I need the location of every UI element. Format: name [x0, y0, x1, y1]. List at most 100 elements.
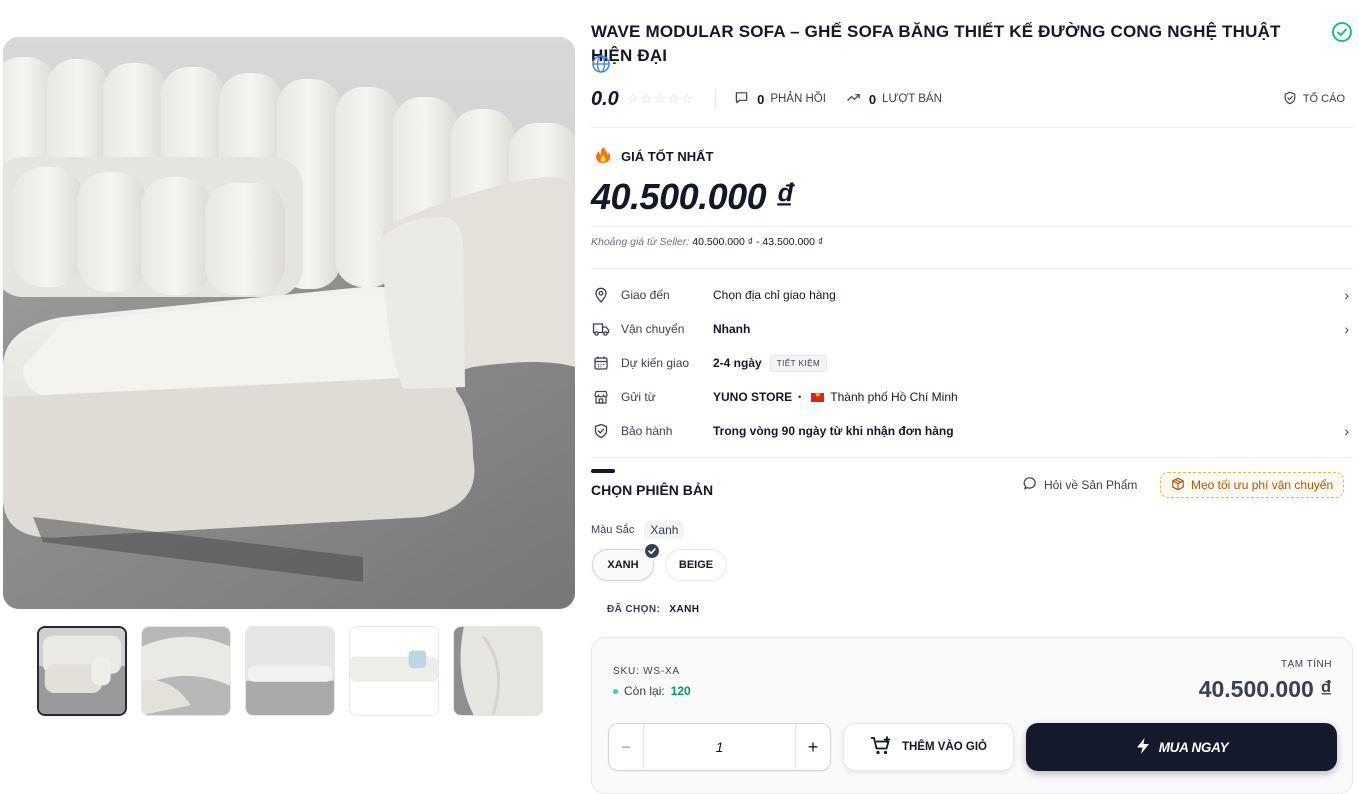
reviews-stat[interactable]: 0 PHẢN HỒI [734, 90, 826, 108]
color-label: Màu Sắc [591, 524, 635, 536]
divider [591, 127, 1353, 128]
thumbnail-5[interactable] [453, 626, 543, 716]
seller-range-value: 40.500.000 ₫ - 43.500.000 ₫ [692, 236, 824, 248]
quantity-stepper: − 1 + [608, 723, 831, 771]
section-accent-bar [591, 469, 615, 473]
rating-row: 0.0 ☆☆☆☆☆ 0 PHẢN HỒI 0 LƯỢT BÁN TỐ CÁO [591, 86, 1353, 112]
stock-label: Còn lại: [624, 684, 665, 698]
thumbnail-4[interactable] [349, 626, 439, 716]
package-icon [1171, 477, 1185, 494]
variant-option-label: XANH [607, 559, 639, 571]
store-icon [591, 387, 611, 407]
variant-option-xanh[interactable]: XANH [592, 542, 661, 581]
product-main-image[interactable] [3, 37, 575, 609]
fire-icon [595, 146, 611, 167]
reviews-count: 0 [757, 91, 765, 107]
rating-value: 0.0 [591, 87, 619, 110]
variant-option-beige[interactable]: BEIGE [665, 549, 727, 581]
deliver-to-label: Giao đến [621, 288, 670, 302]
subtotal-value: 40.500.000 ₫ [1198, 676, 1332, 702]
tip-label: Mẹo tối ưu phí vận chuyển [1191, 478, 1334, 492]
calendar-icon [591, 353, 611, 373]
ask-about-product-button[interactable]: Hỏi về Sản Phẩm [1023, 476, 1137, 494]
ship-from-label: Gửi từ [621, 390, 656, 404]
stock-value: 120 [670, 684, 691, 698]
thumbnail-3[interactable] [245, 626, 335, 716]
shield-alert-icon [1283, 91, 1297, 108]
reviews-label: PHẢN HỒI [770, 93, 826, 105]
trending-up-icon [846, 90, 861, 108]
buy-now-label: MUA NGAY [1158, 739, 1229, 755]
carrier-label: Vận chuyển [621, 322, 685, 336]
chosen-value: XANH [669, 604, 700, 615]
separator-dot: • [798, 392, 802, 402]
color-attribute: Màu Sắc Xanh [591, 521, 685, 539]
deliver-to-row[interactable]: Giao đến Chọn địa chỉ giao hàng › [591, 283, 1353, 307]
report-label: TỐ CÁO [1302, 93, 1345, 105]
divider [715, 89, 717, 109]
increase-quantity-button[interactable]: + [796, 724, 830, 770]
shipping-tip-button[interactable]: Mẹo tối ưu phí vận chuyển [1160, 472, 1345, 498]
variant-option-label: BEIGE [678, 559, 714, 571]
seller-range-label: Khoảng giá từ Seller: [591, 236, 690, 248]
subtotal-label: TẠM TÍNH [1280, 659, 1332, 670]
chosen-variant: ĐÃ CHỌN: XANH [607, 604, 699, 615]
color-current-value: Xanh [644, 521, 685, 539]
eta-label: Dự kiến giao [621, 356, 690, 370]
chevron-right-icon: › [1344, 321, 1349, 337]
sofa-photo [3, 37, 575, 609]
ask-label: Hỏi về Sản Phẩm [1044, 478, 1138, 492]
purchase-summary-card: SKU: WS-XA Còn lại: 120 TẠM TÍNH 40.500.… [591, 637, 1353, 794]
add-to-cart-button[interactable]: THÊM VÀO GIỎ [843, 723, 1014, 771]
deliver-to-value: Chọn địa chỉ giao hàng [713, 288, 836, 302]
chat-bubble-icon [1023, 476, 1038, 494]
add-to-cart-label: THÊM VÀO GIỎ [902, 741, 987, 753]
warranty-label: Bảo hành [621, 424, 673, 438]
sku-text: SKU: WS-XA [613, 666, 680, 677]
chevron-right-icon: › [1344, 287, 1349, 303]
globe-icon[interactable] [591, 54, 611, 74]
decrease-quantity-button[interactable]: − [609, 724, 643, 770]
product-price: 40.500.000 ₫ [591, 176, 794, 217]
thumbnail-2[interactable] [141, 626, 231, 716]
best-price-label: GIÁ TỐT NHẤT [595, 146, 713, 167]
warranty-value: Trong vòng 90 ngày từ khi nhận đơn hàng [713, 424, 954, 438]
product-title: WAVE MODULAR SOFA – GHẾ SOFA BĂNG THIẾT … [591, 22, 1281, 65]
economy-badge: TIẾT KIỆM [769, 354, 828, 372]
chosen-label: ĐÃ CHỌN: [607, 604, 661, 615]
vietnam-flag-icon [811, 390, 825, 402]
quantity-input[interactable]: 1 [643, 724, 796, 770]
divider [591, 226, 1353, 227]
sold-count: 0 [868, 91, 877, 107]
thumbnail-1[interactable] [37, 626, 127, 716]
comment-icon [734, 90, 749, 108]
buy-now-button[interactable]: MUA NGAY [1026, 723, 1337, 771]
seller-price-range: Khoảng giá từ Seller: 40.500.000 ₫ - 43.… [591, 236, 823, 248]
sold-label: LƯỢT BÁN [882, 93, 942, 105]
carrier-row[interactable]: Vận chuyển Nhanh › [591, 317, 1353, 341]
divider [591, 457, 1353, 458]
ship-from-row: Gửi từ YUNO STORE • Thành phố Hồ Chí Min… [591, 385, 1353, 409]
sold-stat: 0 LƯỢT BÁN [846, 90, 942, 108]
report-button[interactable]: TỐ CÁO [1283, 91, 1345, 108]
truck-icon [591, 319, 611, 339]
check-badge-icon [643, 542, 661, 560]
ship-from-city: Thành phố Hồ Chí Minh [830, 390, 958, 404]
eta-value: 2-4 ngày [713, 356, 762, 370]
carrier-value: Nhanh [713, 322, 751, 336]
best-price-text: GIÁ TỐT NHẤT [621, 149, 714, 164]
thumbnail-strip [37, 626, 543, 716]
warranty-row[interactable]: Bảo hành Trong vòng 90 ngày từ khi nhận … [591, 419, 1353, 443]
verified-check-icon [1331, 21, 1353, 43]
chevron-right-icon: › [1344, 423, 1349, 439]
status-dot [613, 688, 618, 694]
divider [591, 268, 1353, 269]
rating-stars: ☆☆☆☆☆ [626, 91, 696, 106]
stock-remaining: Còn lại: 120 [613, 684, 691, 698]
map-pin-icon [591, 285, 611, 305]
variant-section-title: CHỌN PHIÊN BẢN [591, 482, 714, 498]
cart-plus-icon [870, 735, 892, 759]
lightning-icon [1135, 737, 1151, 758]
store-name[interactable]: YUNO STORE [713, 390, 792, 404]
eta-row: Dự kiến giao 2-4 ngày TIẾT KIỆM [591, 351, 1353, 375]
